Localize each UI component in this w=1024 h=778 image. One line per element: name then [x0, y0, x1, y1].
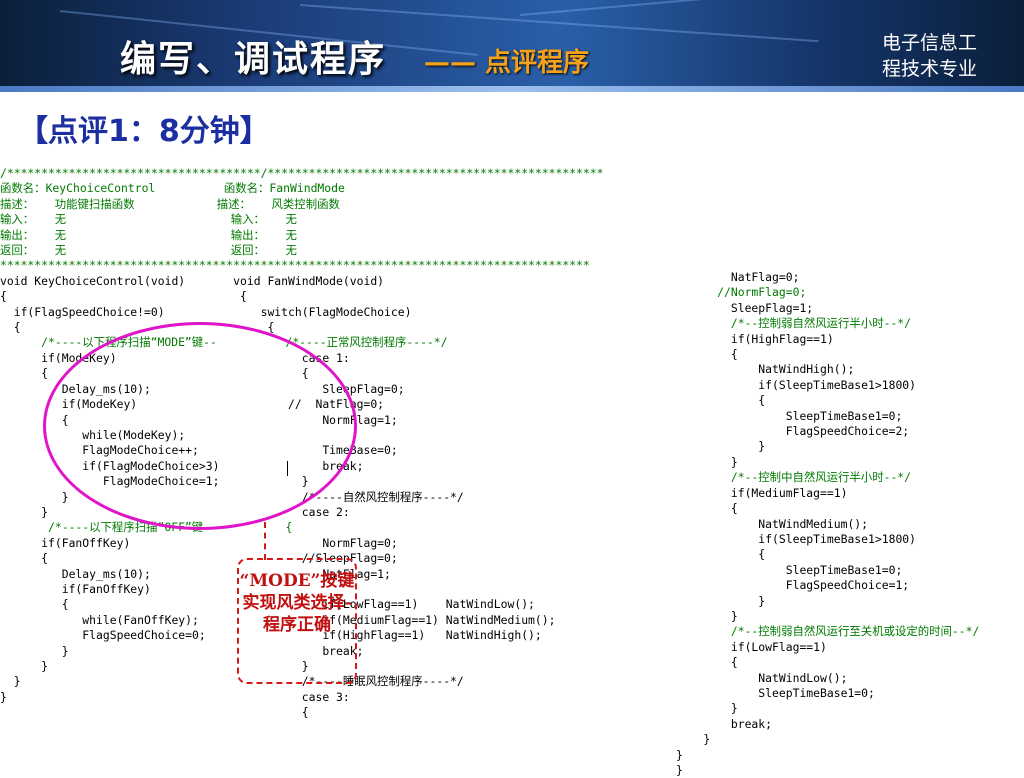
callout-note: “MODE”按键实现风类选择-程序正确 [237, 558, 357, 684]
slide-title: 编写、调试程序 [120, 39, 387, 80]
highlight-circle [43, 322, 357, 530]
right-code-line: /*--控制弱自然风运行半小时--*/ [676, 316, 912, 331]
right-code-line: FlagSpeedChoice=1; [676, 578, 910, 593]
right-code-line: } [676, 608, 738, 623]
left-code-line: } case 3: [0, 689, 350, 704]
left-code-line: 返回： 无 返回： 无 [0, 243, 297, 258]
right-code-line: NatWindHigh(); [676, 362, 855, 377]
left-code-line: 函数名：KeyChoiceControl 函数名：FanWindMode [0, 181, 345, 196]
right-code-line: NatWindMedium(); [676, 516, 869, 531]
right-code-line: SleepTimeBase1=0; [676, 562, 903, 577]
org-label: 电子信息工 程技术专业 [882, 30, 1012, 82]
org-line-2: 程技术专业 [882, 58, 978, 80]
right-code-line: } [676, 747, 683, 762]
right-code-line: } [676, 454, 738, 469]
right-code-line: NatFlag=0; [676, 270, 800, 284]
org-line-1: 电子信息工 [882, 32, 978, 54]
left-code-line: { { [0, 320, 275, 335]
left-code-line: /*----以下程序扫描“OFF”键-- { [0, 520, 293, 535]
header-band [0, 86, 1024, 92]
text-cursor [287, 461, 288, 476]
left-code-line: /*************************************/*… [0, 166, 604, 180]
right-code-line: break; [676, 716, 773, 731]
left-code-line: if(FlagSpeedChoice!=0) switch(FlagModeCh… [0, 304, 412, 319]
right-code-line: { [676, 547, 766, 562]
right-code-line: FlagSpeedChoice=2; [676, 424, 910, 439]
right-code-line: NatWindLow(); [676, 670, 848, 685]
left-code-line: } case 2: [0, 504, 350, 519]
right-code-line: if(MediumFlag==1) [676, 485, 848, 500]
right-code-line: if(SleepTimeBase1>1800) [676, 377, 917, 392]
left-code-line: void KeyChoiceControl(void) void FanWind… [0, 273, 385, 288]
right-code-line: SleepTimeBase1=0; [676, 408, 903, 423]
right-code-line: { [676, 501, 738, 516]
right-code-line: if(HighFlag==1) [676, 331, 834, 346]
left-code-line: ****************************************… [0, 258, 590, 273]
right-code-line: { [676, 347, 738, 362]
right-code-line: SleepFlag=1; [676, 300, 814, 315]
right-code-listing: NatFlag=0; //NormFlag=0; SleepFlag=1; /*… [676, 270, 1024, 777]
right-code-line: /*--控制弱自然风运行至关机或设定的时间--*/ [676, 624, 980, 639]
left-code-line: 输出： 无 输出： 无 [0, 227, 297, 242]
left-code-line: 描述： 功能键扫描函数 描述： 风类控制函数 [0, 196, 340, 211]
left-code-line: 输入： 无 输入： 无 [0, 212, 297, 227]
right-code-line: } [676, 732, 711, 747]
right-code-line: if(LowFlag==1) [676, 639, 827, 654]
right-code-line: } [676, 701, 738, 716]
right-code-line: SleepTimeBase1=0; [676, 685, 875, 700]
callout-connector [264, 522, 266, 560]
right-code-line: if(SleepTimeBase1>1800) [676, 531, 917, 546]
right-code-line: { [676, 655, 738, 670]
section-title: 【点评1：8分钟】 [18, 114, 270, 149]
right-code-line: } [676, 439, 766, 454]
left-code-line: if(FanOffKey) NormFlag=0; [0, 535, 398, 550]
left-code-line: { { [0, 289, 247, 304]
right-code-line: } [676, 763, 683, 777]
right-code-line: } [676, 593, 766, 608]
right-code-line: /*--控制中自然风运行半小时--*/ [676, 470, 912, 485]
right-code-line: { [676, 393, 766, 408]
left-code-line: { [0, 705, 309, 720]
right-code-line: //NormFlag=0; [676, 285, 807, 300]
slide-subtitle: —— 点评程序 [424, 48, 590, 78]
decorative-streak [520, 0, 899, 16]
